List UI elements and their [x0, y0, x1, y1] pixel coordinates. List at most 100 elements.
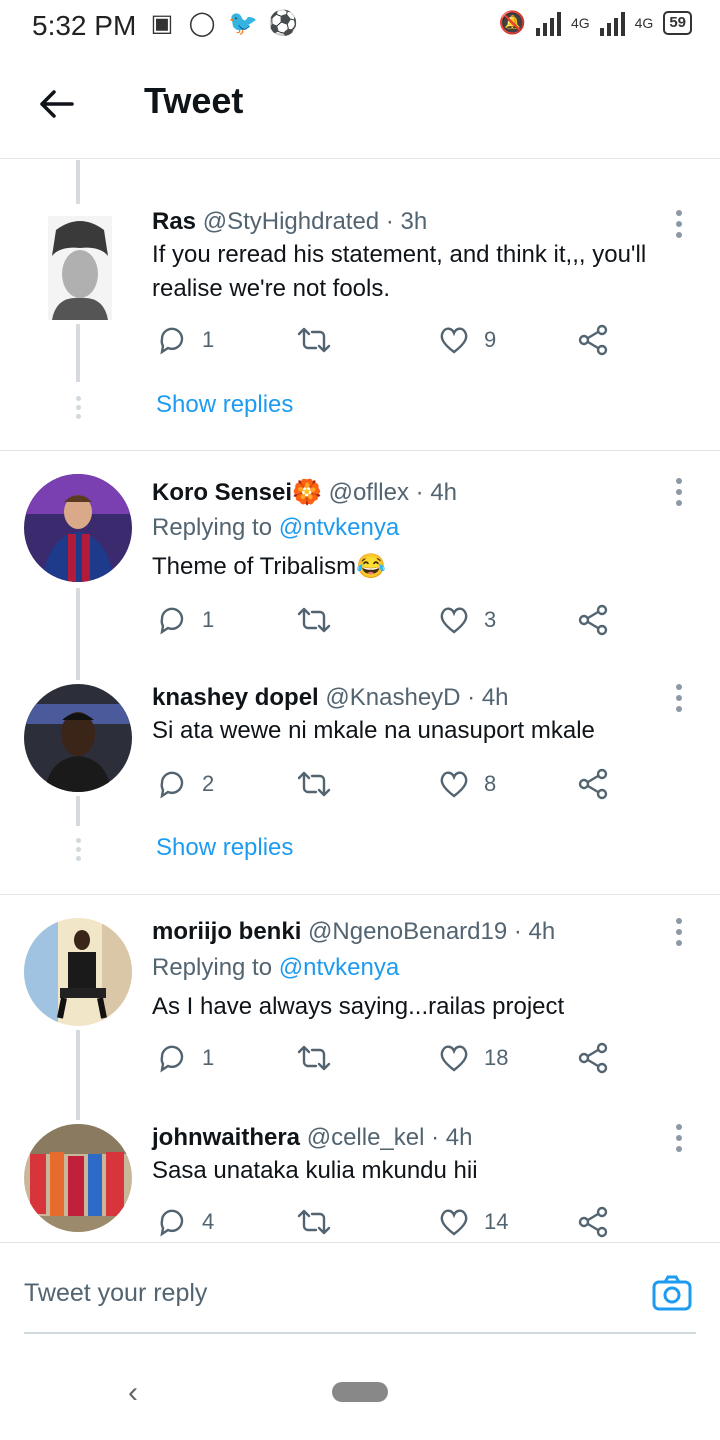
like-action[interactable]: 8 — [438, 768, 496, 800]
reply-action[interactable]: 4 — [156, 1206, 214, 1238]
tweet-text: Theme of Tribalism😂 — [152, 553, 386, 580]
thread-line — [76, 588, 80, 680]
tweet-header: Koro Sensei🏵️ @ofllex · 4h — [152, 478, 457, 507]
avatar[interactable] — [24, 684, 132, 792]
tweet-actions: 1 9 — [152, 324, 632, 364]
retweet-icon — [297, 327, 331, 353]
camera-icon[interactable] — [652, 1273, 692, 1313]
mute-icon: 🔕 — [498, 10, 526, 35]
status-time: 5:32 PM — [32, 10, 137, 41]
tweet-header: knashey dopel @KnasheyD · 4h — [152, 684, 509, 712]
reply-icon — [160, 1045, 184, 1073]
reply-action[interactable]: 2 — [156, 768, 214, 800]
nav-back-icon[interactable]: ‹ — [128, 1376, 138, 1410]
more-options-icon[interactable] — [676, 1124, 684, 1157]
retweet-action[interactable] — [296, 768, 332, 800]
display-name[interactable]: johnwaithera — [152, 1124, 300, 1151]
like-count: 18 — [484, 1045, 509, 1070]
share-icon — [578, 324, 608, 356]
reply-icon — [160, 607, 184, 635]
reply-action[interactable]: 1 — [156, 1042, 214, 1074]
replying-to: Replying to @ntvkenya — [152, 514, 399, 542]
reply-icon — [160, 327, 184, 355]
like-action[interactable]: 18 — [438, 1042, 508, 1074]
display-name[interactable]: moriijo benki — [152, 918, 301, 945]
share-action[interactable] — [578, 604, 610, 636]
retweet-action[interactable] — [296, 1206, 332, 1238]
replying-to-handle[interactable]: @ntvkenya — [279, 954, 399, 981]
tweet-actions: 2 8 — [152, 768, 632, 808]
reply-composer: Tweet your reply — [0, 1242, 720, 1335]
retweet-icon — [297, 1045, 331, 1071]
nav-home-pill[interactable] — [332, 1382, 388, 1402]
more-options-icon[interactable] — [676, 684, 684, 717]
show-replies-link[interactable]: Show replies — [156, 391, 293, 419]
display-name[interactable]: knashey dopel — [152, 684, 319, 711]
reply-action[interactable]: 1 — [156, 604, 214, 636]
more-options-icon[interactable] — [676, 918, 684, 951]
reply-count: 1 — [202, 1045, 215, 1070]
show-replies-link[interactable]: Show replies — [156, 834, 293, 862]
reply-action[interactable]: 1 — [156, 324, 214, 356]
signal-icon — [535, 10, 561, 36]
avatar[interactable] — [24, 1124, 132, 1232]
retweet-icon — [297, 771, 331, 797]
handle-time: @celle_kel · 4h — [306, 1124, 473, 1151]
reply-count: 2 — [202, 771, 215, 796]
tweet-actions: 1 18 — [152, 1042, 632, 1082]
tweet-header: johnwaithera @celle_kel · 4h — [152, 1124, 472, 1152]
handle-time: @KnasheyD · 4h — [325, 684, 509, 711]
tweet-text: Si ata wewe ni mkale na unasuport mkale — [152, 717, 595, 744]
share-action[interactable] — [578, 324, 610, 356]
tweet-header: Ras @StyHighdrated · 3h — [152, 208, 427, 236]
heart-icon — [440, 771, 468, 798]
heart-icon — [440, 1209, 468, 1236]
display-name[interactable]: Koro Sensei🏵️ — [152, 479, 322, 506]
tweet-text: If you reread his statement, and think i… — [152, 241, 647, 302]
like-action[interactable]: 9 — [438, 324, 496, 356]
reply-feed[interactable]: Ras @StyHighdrated · 3h If you reread hi… — [0, 160, 720, 1242]
retweet-action[interactable] — [296, 604, 332, 636]
share-icon — [578, 604, 608, 636]
display-name[interactable]: Ras — [152, 208, 196, 235]
like-count: 9 — [484, 327, 497, 352]
back-arrow-icon[interactable] — [36, 84, 76, 124]
retweet-icon — [297, 1209, 331, 1235]
share-action[interactable] — [578, 1042, 610, 1074]
replying-to: Replying to @ntvkenya — [152, 954, 399, 982]
notification-icons: ▣ ◯ 🐦 ⚽ — [148, 10, 298, 38]
divider — [0, 450, 720, 451]
share-action[interactable] — [578, 1206, 610, 1238]
replying-to-label: Replying to — [152, 954, 279, 981]
heart-icon — [440, 607, 468, 634]
like-count: 3 — [484, 607, 497, 632]
signal-icon-2 — [599, 10, 625, 36]
retweet-action[interactable] — [296, 1042, 332, 1074]
avatar[interactable] — [24, 474, 132, 582]
like-action[interactable]: 3 — [438, 604, 496, 636]
avatar[interactable] — [24, 918, 132, 1026]
handle-time: @ofllex · 4h — [328, 479, 458, 506]
like-action[interactable]: 14 — [438, 1206, 508, 1238]
whatsapp-icon: ◯ — [188, 10, 216, 37]
reply-icon — [160, 1209, 184, 1237]
replying-to-handle[interactable]: @ntvkenya — [279, 514, 399, 541]
heart-icon — [440, 327, 468, 354]
status-right: 🔕 4G 4G 59 — [499, 10, 692, 36]
page-title: Tweet — [144, 80, 244, 121]
more-replies-dots — [76, 838, 81, 865]
retweet-action[interactable] — [296, 324, 332, 356]
reply-underline — [24, 1332, 696, 1334]
reply-input[interactable]: Tweet your reply — [24, 1279, 207, 1308]
battery-indicator: 59 — [663, 11, 692, 35]
reply-count: 1 — [202, 607, 215, 632]
handle-time: @StyHighdrated · 3h — [202, 208, 428, 235]
tweet-text: As I have always saying...railas project — [152, 993, 565, 1020]
thread-line — [76, 1030, 80, 1120]
replying-to-label: Replying to — [152, 514, 279, 541]
avatar[interactable] — [48, 216, 112, 320]
share-action[interactable] — [578, 768, 610, 800]
handle-time: @NgenoBenard19 · 4h — [308, 918, 556, 945]
more-options-icon[interactable] — [676, 478, 684, 511]
like-count: 8 — [484, 771, 497, 796]
